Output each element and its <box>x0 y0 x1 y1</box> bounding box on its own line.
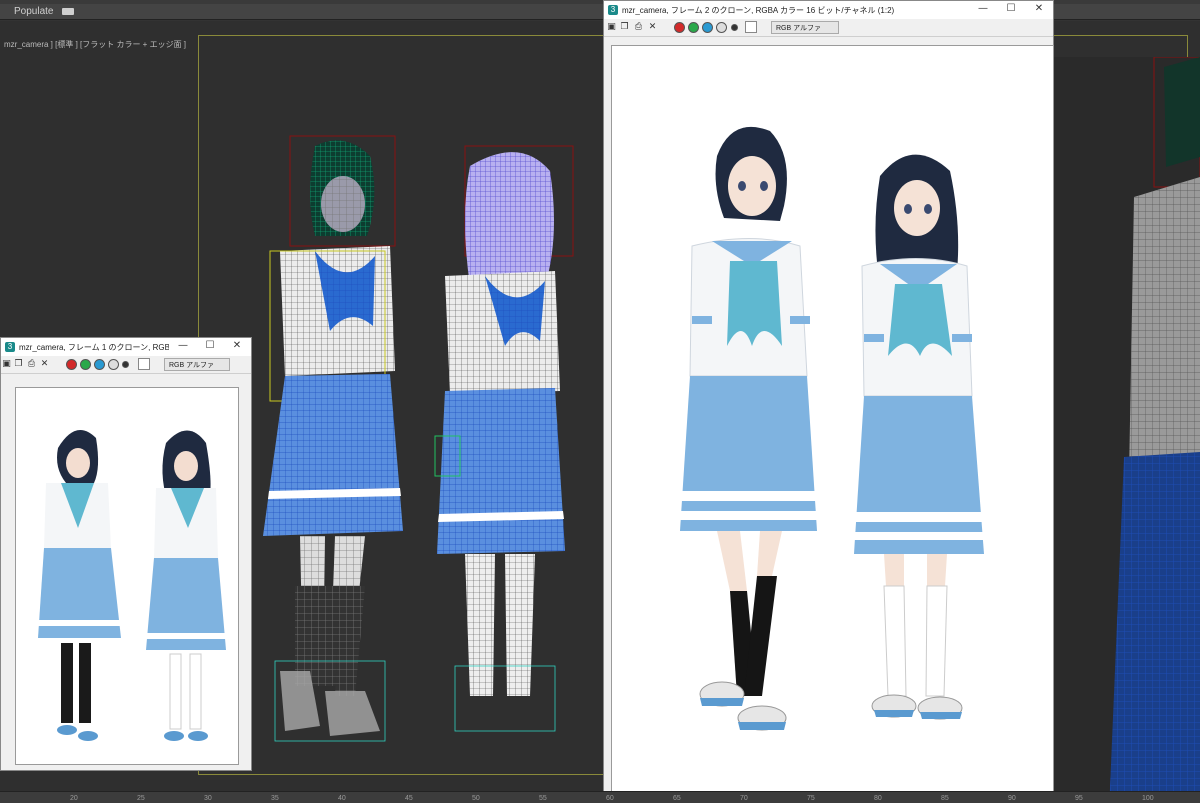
render-canvas-large <box>611 45 1054 795</box>
color-swatch[interactable] <box>745 21 757 33</box>
timeline-tick: 70 <box>740 795 748 802</box>
timeline-tick: 55 <box>539 795 547 802</box>
wireframe-character-right[interactable] <box>425 136 575 736</box>
copy-icon[interactable]: ❐ <box>13 359 24 370</box>
wireframe-character-partial <box>1109 57 1200 803</box>
3dsmax-app: Populate mzr_camera ] [標準 ] [フラット カラー + … <box>0 0 1200 803</box>
print-icon[interactable]: ⎙ <box>633 22 644 33</box>
timeline-tick: 35 <box>271 795 279 802</box>
green-channel-toggle[interactable] <box>688 22 699 33</box>
alpha-toggle[interactable] <box>716 22 727 33</box>
blue-channel-toggle[interactable] <box>94 359 105 370</box>
mono-toggle[interactable] <box>731 24 738 31</box>
timeline-tick: 90 <box>1008 795 1016 802</box>
timeline-tick: 40 <box>338 795 346 802</box>
save-icon[interactable]: ▣ <box>1 359 12 370</box>
timeline-tick: 80 <box>874 795 882 802</box>
timeline-tick: 75 <box>807 795 815 802</box>
channel-dropdown[interactable]: RGB アルファ <box>164 358 230 371</box>
clear-icon[interactable]: ✕ <box>39 359 50 370</box>
timeline-tick: 20 <box>70 795 78 802</box>
close-button[interactable]: ✕ <box>230 340 244 351</box>
mono-toggle[interactable] <box>122 361 129 368</box>
copy-icon[interactable]: ❐ <box>619 22 630 33</box>
red-channel-toggle[interactable] <box>674 22 685 33</box>
populate-tab[interactable]: Populate <box>14 6 53 17</box>
minimize-button[interactable]: — <box>976 3 990 14</box>
alpha-toggle[interactable] <box>108 359 119 370</box>
camera-icon[interactable] <box>62 8 74 15</box>
color-swatch[interactable] <box>138 358 150 370</box>
timeline-ruler[interactable]: 20 25 30 35 40 45 50 55 60 65 70 75 80 85 90 95 100 <box>0 791 1200 803</box>
timeline-tick: 100 <box>1142 795 1154 802</box>
close-button[interactable]: ✕ <box>1032 3 1046 14</box>
green-channel-toggle[interactable] <box>80 359 91 370</box>
maximize-button[interactable]: ☐ <box>1004 3 1018 14</box>
maximize-button[interactable]: ☐ <box>203 340 217 351</box>
title-bar[interactable]: 3 mzr_camera, フレーム 1 のクローン, RGBA カラー 16.… <box>1 338 251 356</box>
wireframe-character-left[interactable] <box>255 116 405 756</box>
timeline-tick: 65 <box>673 795 681 802</box>
blue-channel-toggle[interactable] <box>702 22 713 33</box>
render-window-large[interactable]: 3 mzr_camera, フレーム 2 のクローン, RGBA カラー 16 … <box>603 0 1054 798</box>
minimize-button[interactable]: — <box>176 340 190 351</box>
window-title: mzr_camera, フレーム 2 のクローン, RGBA カラー 16 ビッ… <box>622 6 895 15</box>
render-window-small[interactable]: 3 mzr_camera, フレーム 1 のクローン, RGBA カラー 16.… <box>0 337 252 771</box>
render-toolbar: ▣ ❐ ⎙ ✕ RGB アルファ <box>604 19 1053 37</box>
timeline-tick: 50 <box>472 795 480 802</box>
viewport-right-partial <box>1054 57 1200 803</box>
render-toolbar: ▣ ❐ ⎙ ✕ RGB アルファ <box>1 356 251 374</box>
rendered-characters-large <box>680 126 984 731</box>
red-channel-toggle[interactable] <box>66 359 77 370</box>
timeline-tick: 95 <box>1075 795 1083 802</box>
save-icon[interactable]: ▣ <box>606 22 617 33</box>
clear-icon[interactable]: ✕ <box>647 22 658 33</box>
app-icon: 3 <box>608 5 618 15</box>
render-canvas-small <box>15 387 239 765</box>
channel-dropdown[interactable]: RGB アルファ <box>771 21 839 34</box>
print-icon[interactable]: ⎙ <box>26 359 37 370</box>
window-title: mzr_camera, フレーム 1 のクローン, RGBA カラー 16... <box>19 343 169 352</box>
timeline-tick: 85 <box>941 795 949 802</box>
app-icon: 3 <box>5 342 15 352</box>
timeline-tick: 60 <box>606 795 614 802</box>
timeline-tick: 30 <box>204 795 212 802</box>
title-bar[interactable]: 3 mzr_camera, フレーム 2 のクローン, RGBA カラー 16 … <box>604 1 1053 19</box>
timeline-tick: 45 <box>405 795 413 802</box>
rendered-characters-small <box>38 430 226 741</box>
timeline-tick: 25 <box>137 795 145 802</box>
viewport-label[interactable]: mzr_camera ] [標準 ] [フラット カラー + エッジ面 ] <box>4 39 186 50</box>
